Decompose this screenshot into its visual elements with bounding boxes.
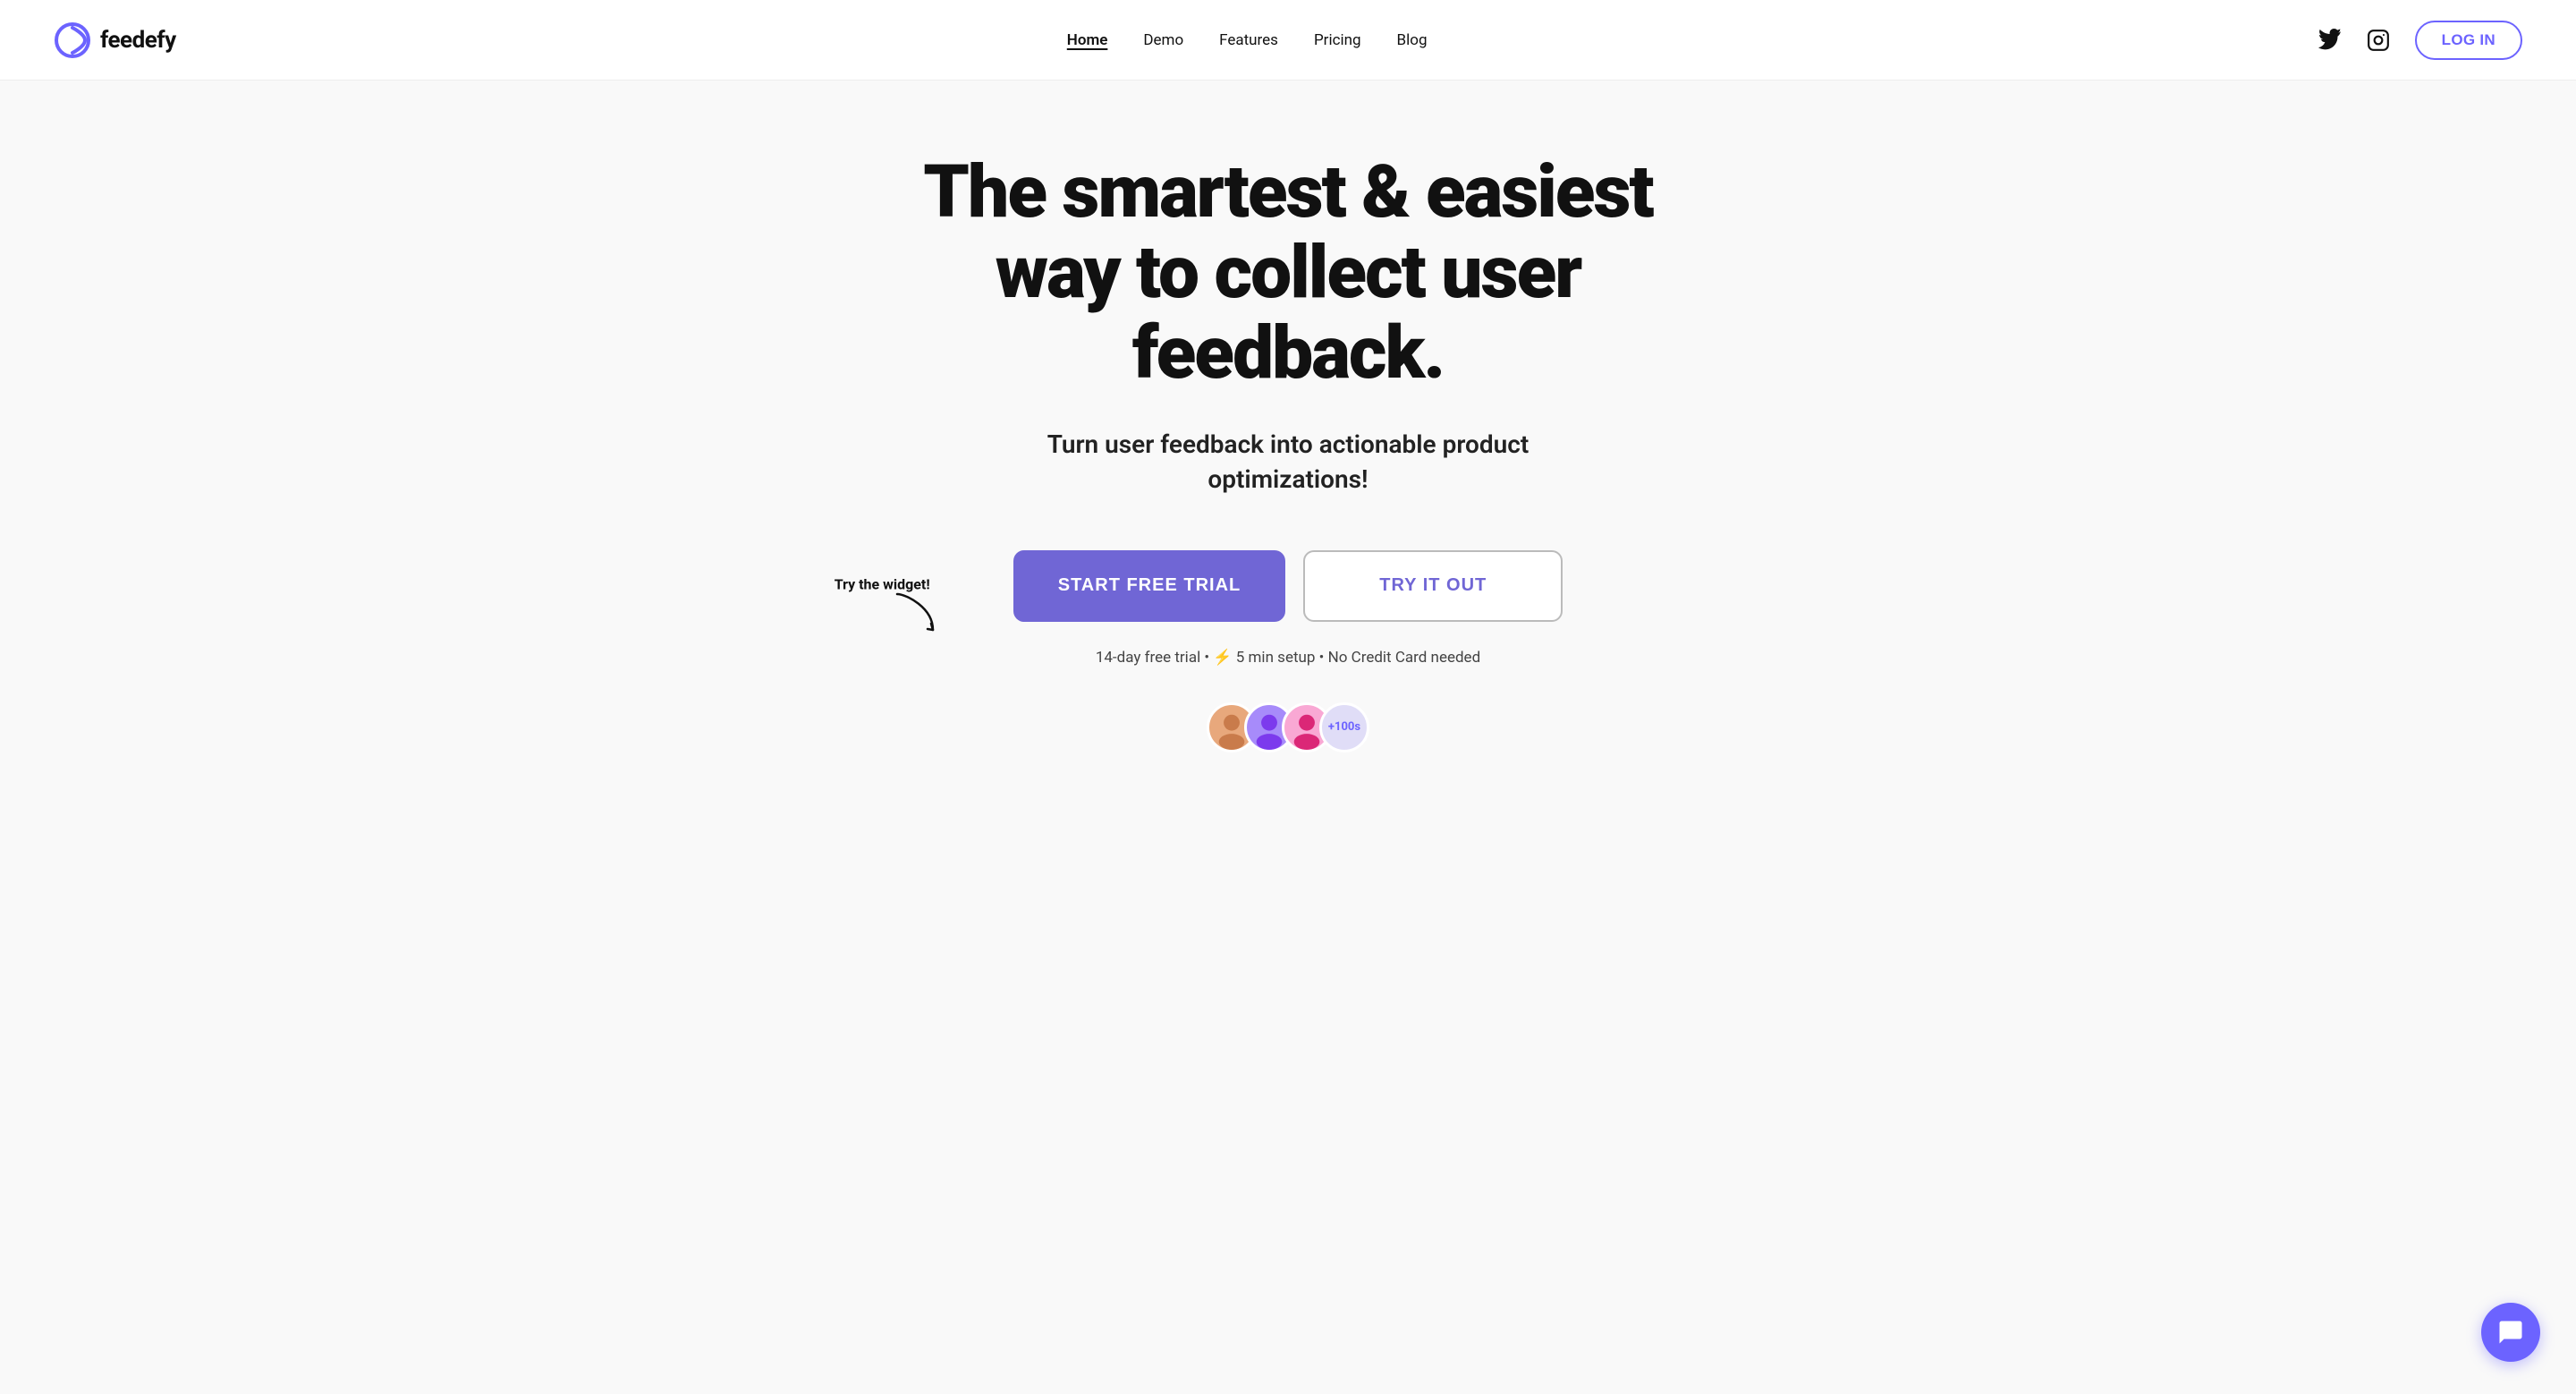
arrow-curve-icon	[888, 590, 942, 634]
logo-icon	[54, 21, 91, 59]
login-button[interactable]: LOG IN	[2415, 21, 2522, 60]
avatar-count: +100s	[1319, 702, 1369, 752]
nav-link-blog[interactable]: Blog	[1397, 31, 1428, 49]
nav-link-home[interactable]: Home	[1067, 31, 1108, 49]
nav-link-features[interactable]: Features	[1219, 31, 1278, 49]
nav-link-pricing[interactable]: Pricing	[1314, 31, 1361, 49]
chat-widget-button[interactable]	[2481, 1303, 2540, 1362]
main-nav: Home Demo Features Pricing Blog	[1067, 31, 1428, 49]
twitter-icon[interactable]	[2318, 29, 2342, 52]
header-right: LOG IN	[2318, 21, 2522, 60]
cta-area: Try the widget! START FREE TRIAL TRY IT …	[1013, 550, 1563, 622]
instagram-icon[interactable]	[2367, 29, 2390, 52]
nav-link-demo[interactable]: Demo	[1143, 31, 1183, 49]
hero-title: The smartest & easiest way to collect us…	[903, 152, 1673, 395]
chat-icon	[2497, 1319, 2524, 1346]
start-free-trial-button[interactable]: START FREE TRIAL	[1013, 550, 1286, 622]
header: feedefy Home Demo Features Pricing Blog …	[0, 0, 2576, 81]
try-it-out-button[interactable]: TRY IT OUT	[1303, 550, 1563, 622]
hero-subtitle: Turn user feedback into actionable produ…	[975, 427, 1601, 497]
avatars-row: +100s	[1207, 702, 1369, 752]
hero-section: The smartest & easiest way to collect us…	[0, 81, 2576, 806]
logo-text: feedefy	[100, 27, 176, 54]
logo[interactable]: feedefy	[54, 21, 176, 59]
trial-info: 14-day free trial • ⚡ 5 min setup • No C…	[1096, 649, 1480, 667]
